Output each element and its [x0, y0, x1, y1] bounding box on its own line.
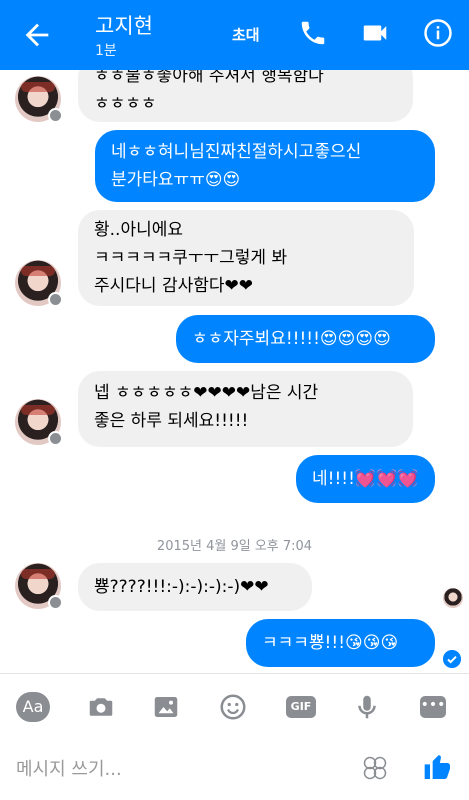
message-bubble-incoming[interactable]: 뿅????!!!:-):-):-):-)❤❤	[78, 563, 312, 611]
composer	[0, 739, 469, 800]
read-receipt-avatar	[443, 588, 463, 608]
camera-icon[interactable]	[86, 692, 116, 722]
gif-button[interactable]: GIF	[286, 696, 316, 718]
text-format-button[interactable]: Aa	[16, 692, 50, 722]
gallery-icon[interactable]	[151, 692, 181, 722]
composer-toolbar: Aa GIF •••	[0, 673, 469, 739]
message-bubble-outgoing[interactable]: ㅋㅋㅋ뿅!!!😘😘😘	[246, 619, 435, 667]
active-status: 1분	[95, 43, 117, 59]
back-arrow-icon[interactable]	[20, 18, 54, 52]
info-icon[interactable]	[423, 18, 453, 48]
phone-icon[interactable]	[298, 18, 328, 48]
emoji-icon[interactable]	[218, 692, 248, 722]
message-list[interactable]: ㅎㅎ불ㅎ좋아해 주셔서 행복함다 ㅎㅎㅎㅎ 네ㅎㅎ혀니님진짜친절하시고좋으신 분…	[0, 70, 469, 673]
delivered-check-icon	[443, 650, 461, 668]
chat-header: 고지현 1분 초대	[0, 0, 469, 70]
microphone-icon[interactable]	[352, 692, 382, 722]
message-bubble-outgoing[interactable]: 네ㅎㅎ혀니님진짜친절하시고좋으신 분가타요ㅠㅠ😍😍	[95, 130, 435, 202]
messenger-badge-icon	[48, 292, 63, 307]
messenger-badge-icon	[48, 595, 63, 610]
message-input[interactable]	[16, 755, 336, 783]
message-timestamp: 2015년 4월 9일 오후 7:04	[156, 539, 313, 554]
message-bubble-incoming[interactable]: ㅎㅎ불ㅎ좋아해 주셔서 행복함다 ㅎㅎㅎㅎ	[78, 70, 413, 122]
messenger-badge-icon	[48, 108, 63, 123]
contact-name[interactable]: 고지현	[95, 10, 153, 40]
message-bubble-outgoing[interactable]: ㅎㅎ자주뵈요!!!!!😍😍😍😍	[176, 315, 435, 363]
sticker-icon[interactable]	[362, 755, 388, 781]
message-bubble-incoming[interactable]: 황..아니에요 ㅋㅋㅋㅋㅋ쿠ㅜㅜ그렇게 봐 주시다니 감사함다❤❤	[78, 210, 414, 306]
message-bubble-incoming[interactable]: 넵 ㅎㅎㅎㅎㅎ❤❤❤❤남은 시간 좋은 하루 되세요!!!!!	[78, 371, 413, 447]
more-options-button[interactable]: •••	[420, 696, 446, 718]
messenger-badge-icon	[48, 431, 63, 446]
invite-button[interactable]: 초대	[232, 24, 260, 45]
video-call-icon[interactable]	[360, 18, 390, 48]
message-bubble-outgoing[interactable]: 네!!!!💓💓💓	[296, 455, 435, 503]
like-thumbs-up-icon[interactable]	[422, 751, 454, 783]
